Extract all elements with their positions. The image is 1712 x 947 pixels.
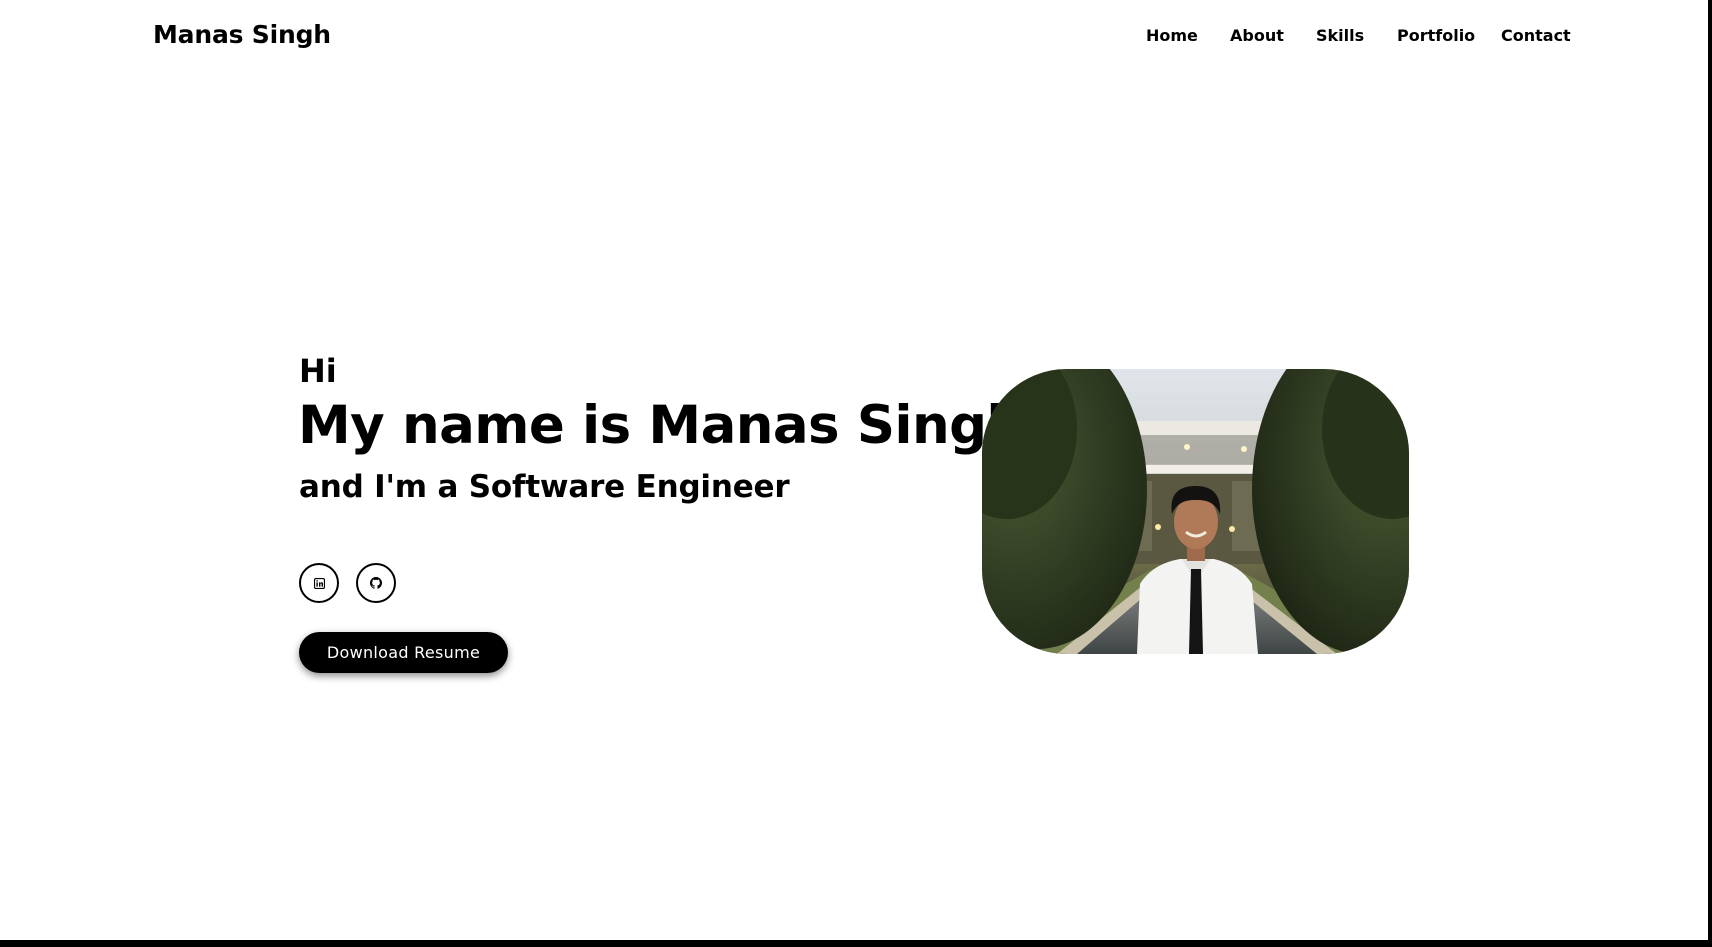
nav-portfolio[interactable]: Portfolio xyxy=(1397,26,1475,45)
download-resume-button[interactable]: Download Resume xyxy=(299,632,508,673)
profile-photo xyxy=(982,369,1409,654)
linkedin-button[interactable] xyxy=(299,563,339,603)
hero-greeting: Hi xyxy=(299,352,337,390)
window-edge-bottom xyxy=(0,940,1712,947)
hero-headline: My name is Manas Singh xyxy=(298,395,1024,456)
nav-skills[interactable]: Skills xyxy=(1316,26,1364,45)
window-edge xyxy=(1708,0,1712,947)
nav-about[interactable]: About xyxy=(1230,26,1284,45)
github-icon xyxy=(370,577,382,589)
linkedin-icon xyxy=(313,577,325,589)
page: Manas Singh Home About Skills Portfolio … xyxy=(0,0,1708,940)
hero-subheadline: and I'm a Software Engineer xyxy=(299,469,790,505)
main-nav: Home About Skills Portfolio Contact xyxy=(0,26,1708,48)
nav-contact[interactable]: Contact xyxy=(1501,26,1571,45)
nav-home[interactable]: Home xyxy=(1146,26,1198,45)
github-button[interactable] xyxy=(356,563,396,603)
